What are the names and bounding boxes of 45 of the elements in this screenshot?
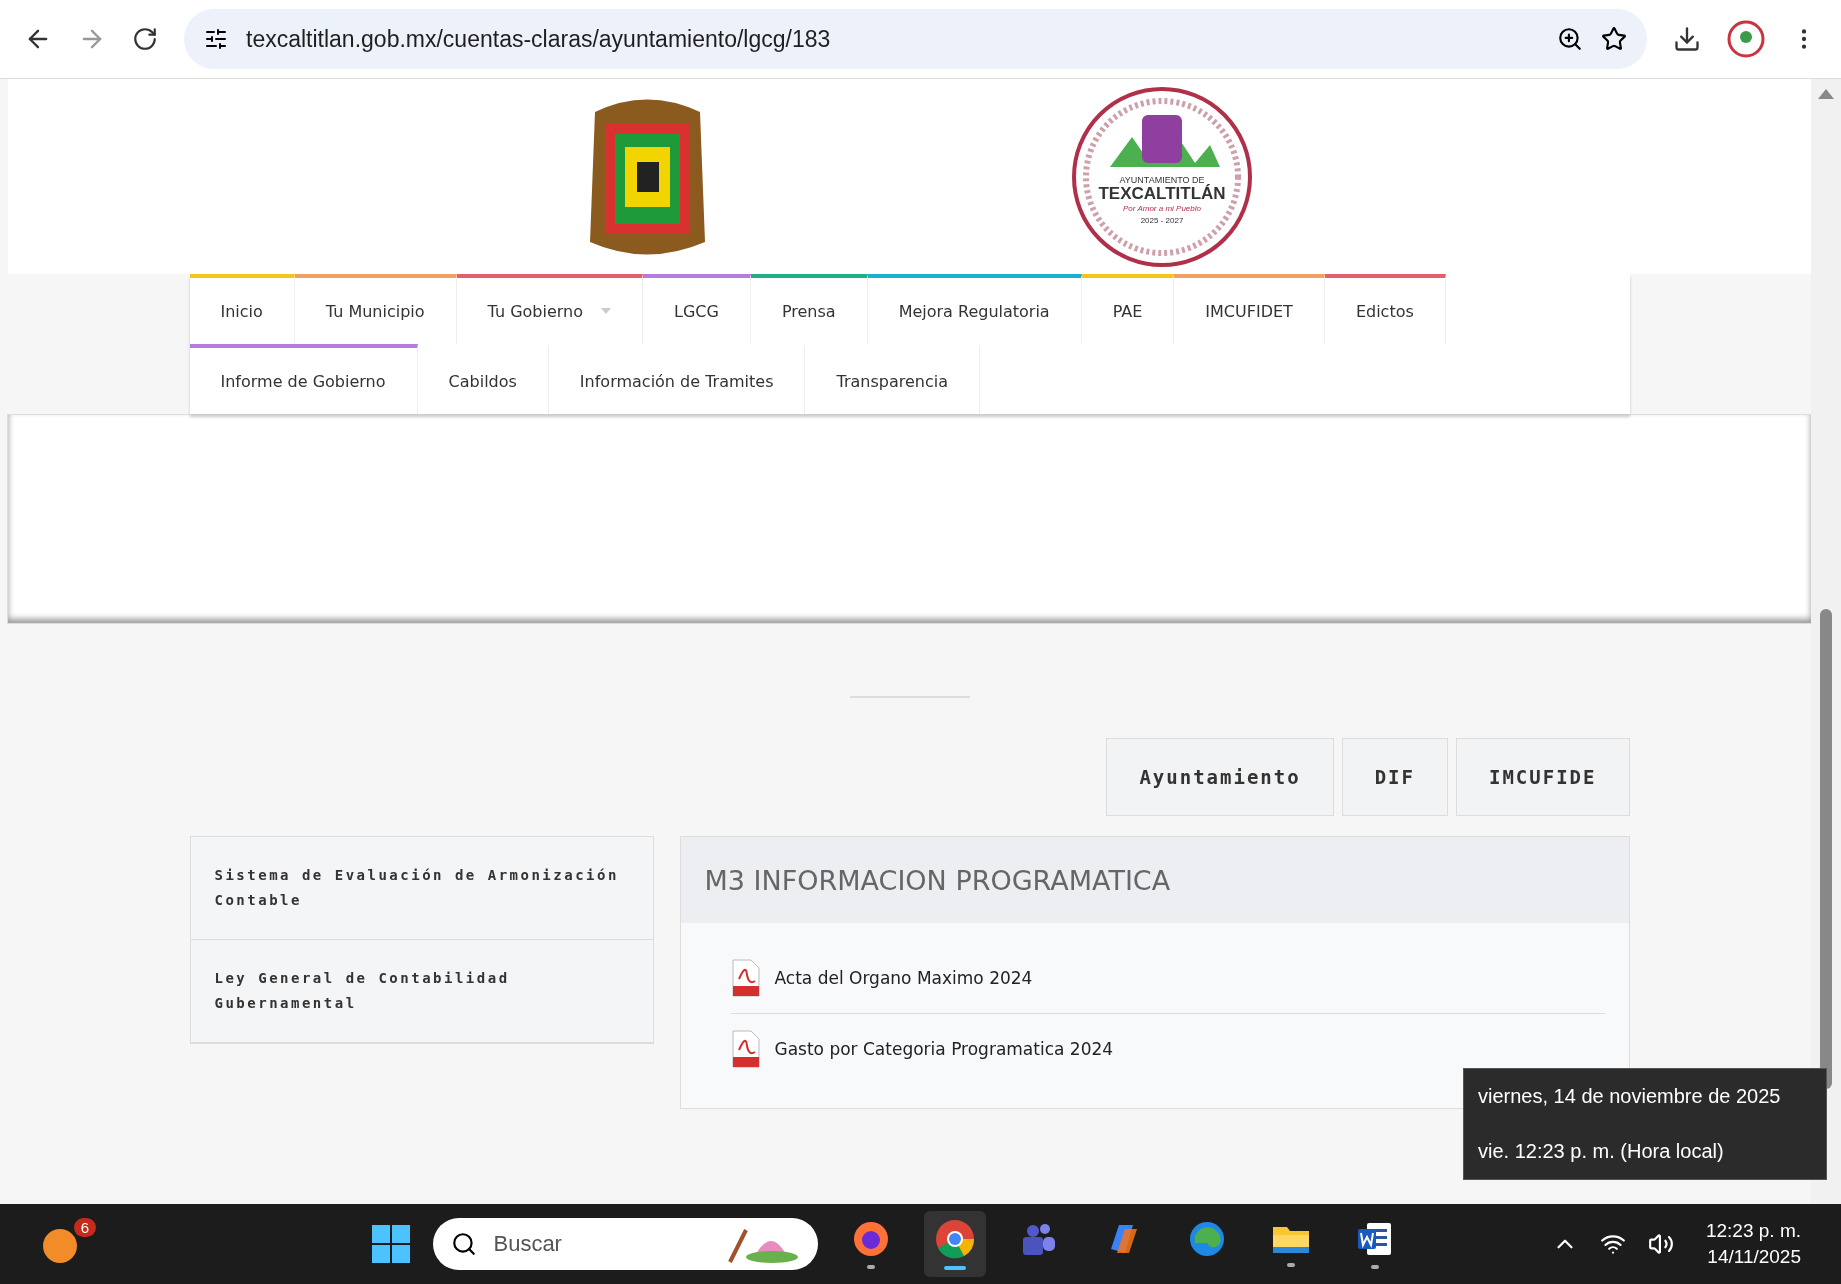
scrollbar-thumb[interactable] [1820, 609, 1832, 1089]
tooltip-time: vie. 12:23 p. m. (Hora local) [1478, 1140, 1725, 1163]
nav-link[interactable]: Prensa [750, 274, 868, 344]
panel-title: M3 INFORMACION PROGRAMATICA [704, 864, 1171, 896]
municipal-seal-drawing: AYUNTAMIENTO DE TEXCALTITLÁN Por Amor a mi Pueblo 2025 - 2027 [1070, 84, 1254, 269]
tooltip-date: viernes, 14 de noviembre de 2025 [1478, 1085, 1782, 1108]
start-icon[interactable] [371, 1224, 412, 1264]
taskbar-app[interactable] [924, 1211, 987, 1277]
taskbar-search-field[interactable]: Buscar [433, 1218, 819, 1270]
pdf-file-icon [730, 1030, 761, 1068]
url-text: texcaltitlan.gob.mx/cuentas-claras/ayuntamiento/lgcg/183 [246, 25, 832, 53]
nav-link[interactable]: IMCUFIDET [1174, 274, 1325, 344]
document-link[interactable]: Gasto por Categoria Programatica 2024 [774, 1039, 1114, 1059]
notification-badge: 6 [73, 1218, 96, 1237]
nav-link[interactable]: Inicio [189, 274, 295, 344]
clock[interactable]: 12:23 p. m. 14/11/2025 [1695, 1214, 1811, 1274]
search-input[interactable]: Buscar [491, 1230, 713, 1258]
bookmark-star-icon[interactable] [1601, 26, 1627, 52]
reload-icon[interactable] [132, 26, 158, 52]
side-menu-item[interactable]: Ley General de Contabilidad Gubernamental [190, 940, 653, 1043]
entity-button[interactable]: IMCUFIDE [1456, 738, 1630, 816]
sun-icon [40, 1226, 80, 1266]
entity-button[interactable]: Ayuntamiento [1106, 738, 1334, 816]
nav-link[interactable]: PAE [1081, 274, 1175, 344]
zoom-icon[interactable] [1557, 26, 1583, 52]
download-icon[interactable] [1673, 25, 1701, 53]
nav-link[interactable]: Tu Municipio [294, 274, 457, 344]
scroll-up-icon[interactable] [1818, 89, 1834, 99]
side-menu-item[interactable]: Sistema de Evaluación de Armonización Contable [190, 837, 653, 940]
weather-widget[interactable]: 6 [40, 1218, 96, 1270]
address-bar[interactable]: texcaltitlan.gob.mx/cuentas-claras/ayuntamiento/lgcg/183 [184, 9, 1647, 69]
clock-date: 14/11/2025 [1707, 1246, 1801, 1268]
nav-link[interactable]: Edictos [1324, 274, 1446, 344]
speaker-icon[interactable] [1647, 1231, 1674, 1257]
nav-link[interactable]: LGCG [643, 274, 751, 344]
site-settings-icon[interactable] [204, 27, 228, 51]
nav-link[interactable]: Mejora Regulatoria [867, 274, 1082, 344]
pdf-file-icon [730, 959, 761, 997]
nav-link[interactable]: Tu Gobierno [456, 274, 643, 344]
entity-button[interactable]: DIF [1341, 738, 1448, 816]
document-link[interactable]: Acta del Organo Maximo 2024 [774, 968, 1033, 988]
clock-time: 12:23 p. m. [1705, 1220, 1801, 1242]
search-icon [451, 1231, 478, 1257]
circle-icon [934, 1218, 977, 1260]
profile-avatar-icon[interactable] [1727, 20, 1765, 58]
